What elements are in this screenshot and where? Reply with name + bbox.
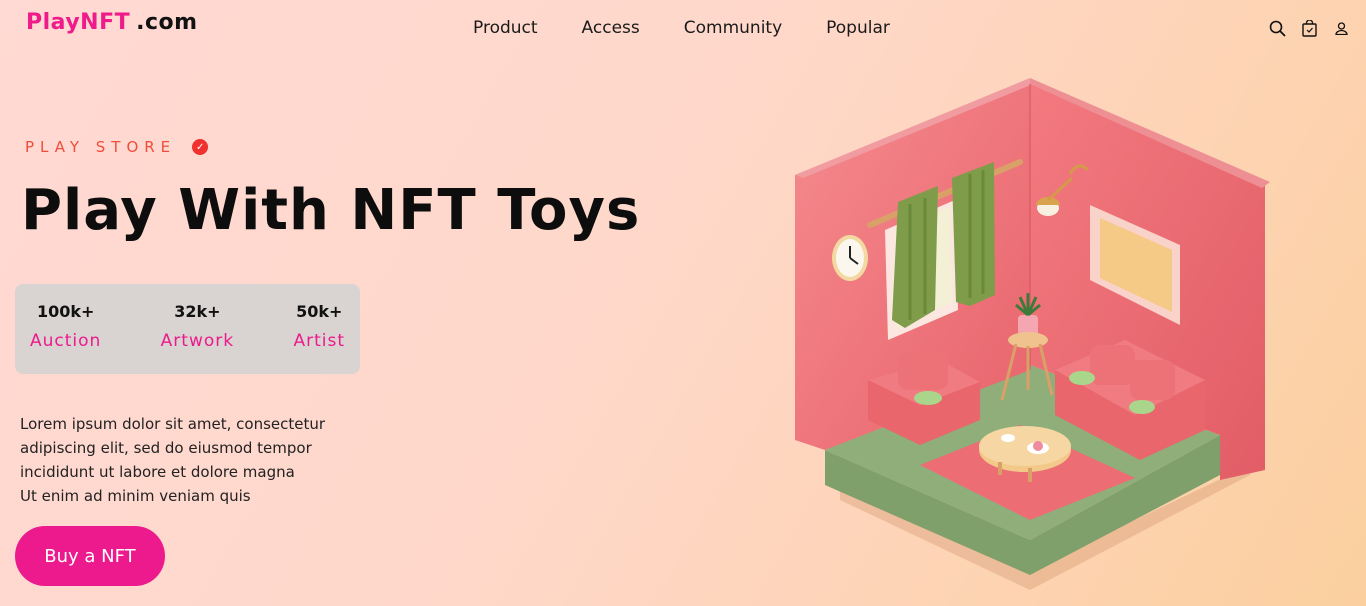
search-icon[interactable] (1268, 19, 1286, 37)
bag-icon[interactable] (1300, 19, 1318, 37)
logo-domain: .com (136, 10, 198, 35)
stat-auction: 100k+ Auction (30, 302, 101, 374)
main-nav: Product Access Community Popular (473, 18, 934, 38)
description-line: incididunt ut labore et dolore magna (20, 463, 295, 481)
nav-access[interactable]: Access (582, 18, 640, 38)
stat-label: Auction (30, 331, 102, 351)
site-logo[interactable]: PlayNFT .com (26, 10, 198, 35)
description-line: Lorem ipsum dolor sit amet, consectetur (20, 415, 326, 433)
stat-artist: 50k+ Artist (293, 302, 345, 374)
eyebrow-text: PLAY STORE (25, 138, 177, 156)
stat-label: Artwork (160, 331, 235, 351)
hero-description: Lorem ipsum dolor sit amet, consectetur … (20, 412, 380, 508)
stat-label: Artist (293, 331, 345, 351)
verified-badge-icon: ✓ (192, 139, 209, 155)
buy-nft-button[interactable]: Buy a NFT (15, 526, 165, 586)
nav-product[interactable]: Product (473, 18, 538, 38)
description-line: adipiscing elit, sed do eiusmod tempor (20, 439, 312, 457)
header-icons (1268, 19, 1350, 37)
stats-panel: 100k+ Auction 32k+ Artwork 50k+ Artist (15, 284, 360, 374)
nav-popular[interactable]: Popular (826, 18, 890, 38)
stat-value: 50k+ (296, 302, 343, 321)
logo-brand: PlayNFT (26, 10, 131, 35)
nav-community[interactable]: Community (684, 18, 782, 38)
isometric-room-illustration (780, 70, 1280, 590)
user-icon[interactable] (1332, 19, 1350, 37)
stat-artwork: 32k+ Artwork (161, 302, 234, 374)
hero-eyebrow: PLAY STORE ✓ (25, 138, 209, 156)
description-line: Ut enim ad minim veniam quis (20, 487, 251, 505)
stat-value: 100k+ (36, 302, 95, 321)
hero-title: Play With NFT Toys (21, 178, 641, 243)
stat-value: 32k+ (174, 302, 221, 321)
